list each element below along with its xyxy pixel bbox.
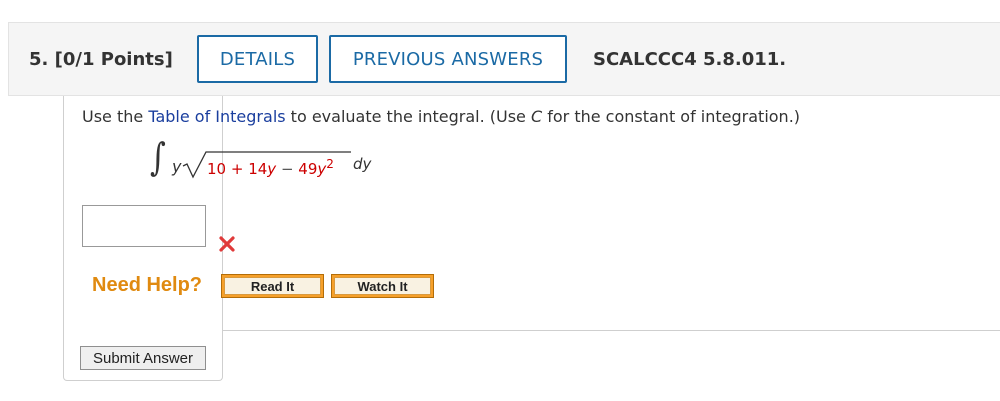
instructions-text: Use the Table of Integrals to evaluate t… bbox=[82, 107, 800, 126]
watch-it-button[interactable]: Watch It bbox=[331, 274, 434, 298]
instructions-text-middle: to evaluate the integral. (Use bbox=[285, 107, 531, 126]
read-it-label: Read It bbox=[224, 277, 321, 295]
answer-input[interactable] bbox=[82, 205, 206, 247]
table-of-integrals-link[interactable]: Table of Integrals bbox=[148, 107, 285, 126]
incorrect-x-icon bbox=[219, 236, 235, 252]
watch-it-label: Watch It bbox=[334, 277, 431, 295]
instructions-text-before: Use the bbox=[82, 107, 149, 126]
divider-line bbox=[223, 330, 1000, 331]
question-code: SCALCCC4 5.8.011. bbox=[593, 49, 787, 70]
radicand-coef-2: 49 bbox=[298, 160, 318, 178]
radicand: 10 + 14y − 49y2 bbox=[207, 157, 334, 178]
details-button[interactable]: DETAILS bbox=[197, 35, 318, 83]
question-number-points: 5. [0/1 Points] bbox=[29, 49, 173, 70]
previous-answers-button[interactable]: PREVIOUS ANSWERS bbox=[329, 35, 567, 83]
constant-symbol: C bbox=[530, 107, 543, 126]
read-it-button[interactable]: Read It bbox=[221, 274, 324, 298]
radicand-var-1: y bbox=[267, 160, 277, 178]
differential: dy bbox=[353, 155, 372, 173]
radicand-term-1: 10 + 14 bbox=[207, 160, 268, 178]
radicand-minus: − bbox=[276, 160, 299, 178]
integrand-factor: y bbox=[172, 157, 182, 176]
integral-sign: ∫ bbox=[149, 135, 166, 179]
submit-answer-button[interactable]: Submit Answer bbox=[80, 346, 206, 370]
need-help-label: Need Help? bbox=[92, 274, 203, 296]
instructions-text-after: for the constant of integration.) bbox=[542, 107, 801, 126]
radicand-exponent: 2 bbox=[326, 157, 334, 171]
radicand-var-2: y bbox=[317, 160, 327, 178]
question-header: 5. [0/1 Points] DETAILS PREVIOUS ANSWERS… bbox=[8, 22, 1000, 96]
